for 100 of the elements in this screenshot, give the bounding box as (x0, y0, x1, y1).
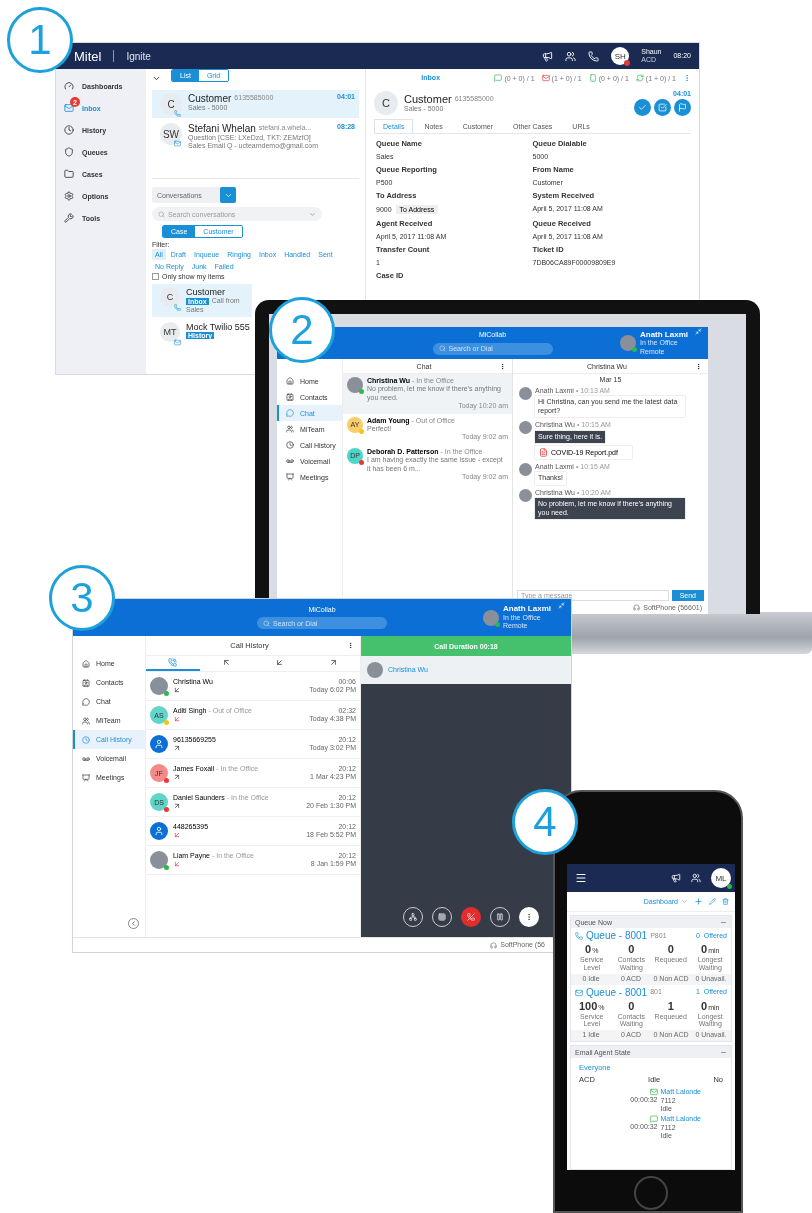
phone-icon (174, 304, 181, 312)
hangup-button[interactable] (461, 907, 481, 927)
contact-avatar: C (160, 287, 180, 308)
people-icon[interactable] (565, 50, 577, 62)
status-dot (727, 884, 732, 889)
collapse-button[interactable] (128, 918, 139, 929)
avatar-photo[interactable] (483, 609, 499, 626)
user-avatar[interactable]: ML (711, 868, 731, 888)
pencil-icon[interactable] (709, 898, 716, 905)
people-icon[interactable] (691, 873, 701, 883)
headset-icon (633, 604, 641, 612)
phone-icon (575, 932, 583, 940)
collapse-icon[interactable] (695, 327, 702, 335)
home-icon (82, 659, 90, 668)
collapse-icon[interactable] (558, 602, 565, 610)
stat-value: 0 (628, 943, 635, 957)
queues-icon (64, 147, 74, 157)
dashboards-icon (64, 81, 74, 91)
mail-icon (575, 988, 583, 997)
arrow-icon (275, 658, 285, 667)
phone-icon[interactable] (588, 50, 600, 62)
complete-button[interactable] (654, 99, 671, 116)
chat-icon (82, 697, 90, 706)
contact-name: Mock Twilio 555 (186, 322, 248, 333)
megaphone-icon[interactable] (542, 50, 554, 62)
hang-up-icon (467, 913, 475, 921)
pdf-file-icon (539, 447, 548, 457)
mail-icon (174, 339, 181, 347)
contact-name: Customer (404, 92, 452, 105)
incoming-arrow-icon (173, 686, 181, 695)
options-icon (64, 191, 74, 201)
status-dot (632, 347, 637, 352)
chevron-left-icon (130, 920, 137, 927)
person-icon (154, 739, 164, 749)
stat-value: 100 (578, 999, 598, 1013)
queue-name: Queue - 8001 (586, 986, 648, 999)
outgoing-arrow-icon (173, 744, 181, 753)
inbox-icon (64, 103, 74, 113)
search-icon (438, 345, 446, 353)
avatar-photo[interactable] (620, 335, 636, 351)
avatar-photo (519, 462, 532, 476)
stat-value: 0 (628, 999, 635, 1013)
product-name: Ignite (126, 50, 151, 62)
chat-icon (649, 1115, 658, 1124)
call-filter-tab[interactable] (146, 656, 200, 671)
queue-name: Queue - 8001 (586, 930, 648, 942)
stat-value: 0 (701, 999, 708, 1013)
plus-icon[interactable] (694, 897, 703, 906)
avatar-photo (367, 662, 383, 678)
search-icon (158, 210, 165, 218)
phone-icon (588, 74, 597, 82)
accept-button[interactable] (634, 99, 651, 116)
meetings-icon (82, 773, 90, 782)
history-icon (82, 735, 90, 744)
megaphone-icon[interactable] (671, 873, 681, 883)
missed-call-icon (173, 715, 181, 724)
user-avatar[interactable]: SH (611, 47, 630, 65)
stat-value: 1 (667, 999, 674, 1013)
contact-name: Customer (188, 93, 232, 104)
pause-icon (496, 913, 504, 921)
chat-icon (494, 74, 503, 82)
step-number: 1 (7, 7, 73, 73)
step-number: 3 (49, 565, 115, 631)
contact-name: Stefani Whelan (188, 123, 256, 134)
team-icon (286, 425, 294, 433)
home-icon (286, 377, 294, 385)
contact-avatar: C (160, 93, 182, 115)
stat-value: 0 (585, 943, 592, 957)
status-dot (624, 60, 631, 66)
avatar-photo (519, 387, 532, 400)
checkbox-icon (658, 103, 667, 112)
cases-icon (64, 169, 74, 179)
missed-call-icon (173, 860, 181, 869)
stat-value: 0 (701, 943, 708, 957)
check-icon (638, 103, 647, 112)
flag-button[interactable] (674, 99, 691, 116)
contacts-icon (286, 393, 294, 401)
trash-icon[interactable] (722, 898, 729, 905)
home-button[interactable] (634, 1176, 668, 1210)
contact-avatar: SW (160, 123, 182, 145)
outgoing-arrow-icon (173, 773, 181, 782)
chevron-icon (681, 898, 688, 905)
tools-icon (64, 213, 74, 223)
avatar-photo (519, 488, 532, 502)
team-icon (82, 716, 90, 725)
avatar-photo (519, 421, 532, 435)
history-icon (64, 125, 74, 135)
user-name: Anath Laxmi (503, 604, 551, 614)
phone-icon (174, 110, 181, 117)
chat-icon (286, 409, 294, 417)
missed-call-icon (173, 831, 181, 840)
voicemail-icon (82, 754, 90, 763)
chevron-icon (309, 210, 316, 218)
history-icon (286, 441, 294, 449)
mail-icon (649, 1088, 658, 1097)
phone-call-icon (168, 658, 178, 667)
menu-icon[interactable] (575, 872, 587, 884)
more-icon (525, 913, 533, 921)
contact-avatar: C (374, 91, 398, 115)
more-button[interactable] (519, 907, 539, 927)
